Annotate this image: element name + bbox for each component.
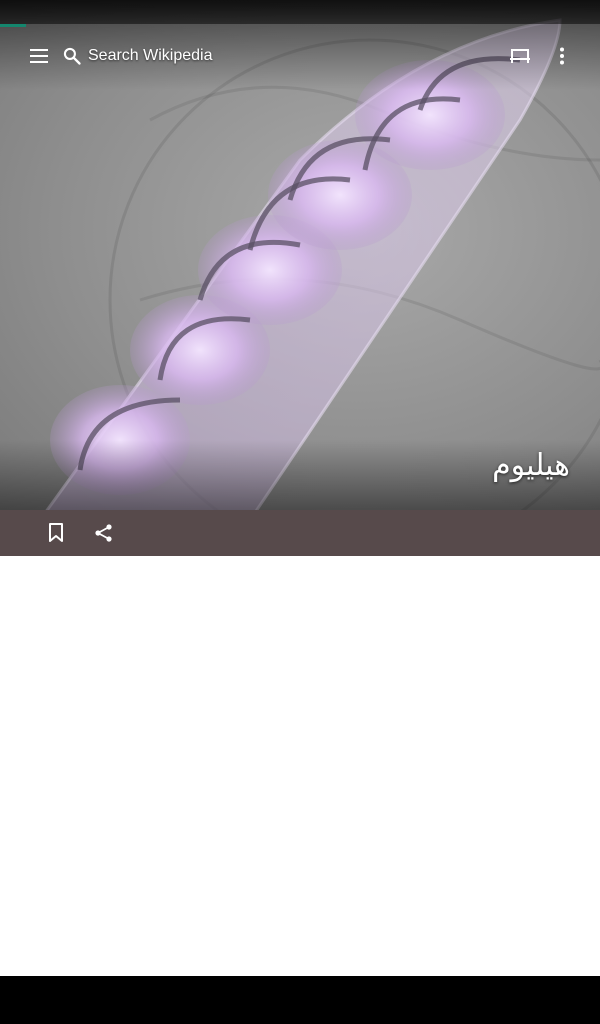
- tabs-icon: [510, 49, 530, 63]
- menu-icon: [30, 49, 48, 63]
- tabs-button[interactable]: [500, 36, 540, 76]
- status-bar: [0, 0, 600, 24]
- search-icon: [63, 47, 81, 65]
- article-title: هيليوم: [492, 448, 570, 483]
- system-navigation-bar: [0, 976, 600, 1024]
- share-icon: [95, 524, 112, 542]
- bookmark-button[interactable]: [36, 513, 76, 553]
- menu-button[interactable]: [20, 36, 60, 76]
- app-screen: هيليوم Search Wikipedia: [0, 0, 600, 1024]
- search-input[interactable]: Search Wikipedia: [62, 34, 362, 78]
- article-action-bar: [0, 510, 600, 556]
- overflow-menu-button[interactable]: [542, 36, 582, 76]
- share-button[interactable]: [84, 513, 124, 553]
- toolbar: Search Wikipedia: [0, 30, 600, 82]
- bookmark-icon: [49, 523, 63, 542]
- search-placeholder: Search Wikipedia: [88, 47, 213, 64]
- loading-progress: [0, 24, 26, 27]
- article-content: [0, 556, 600, 976]
- more-vert-icon: [560, 47, 564, 65]
